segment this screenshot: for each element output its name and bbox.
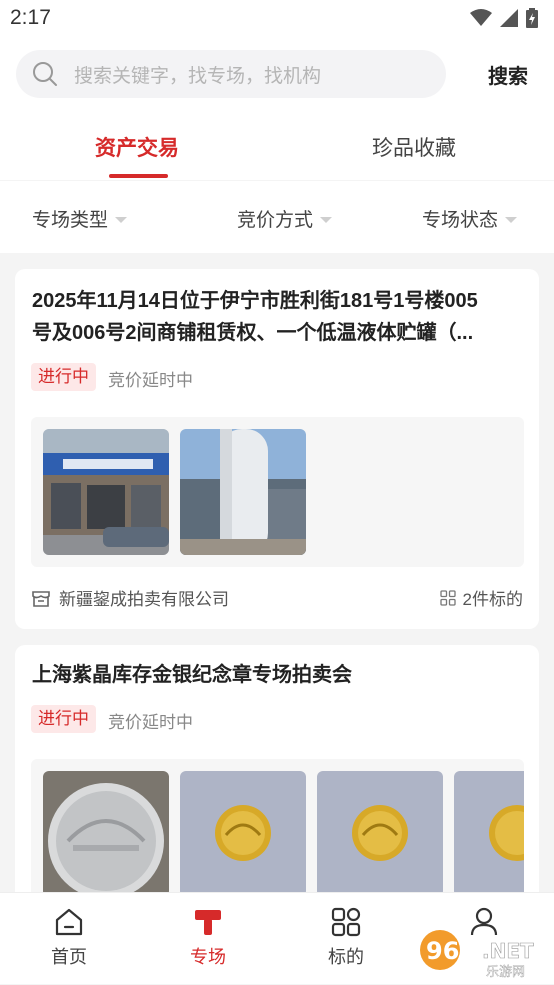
svg-text:.NET: .NET [482, 939, 534, 963]
search-button[interactable]: 搜索 [488, 60, 528, 89]
nav-label: 首页 [51, 947, 87, 967]
search-input[interactable]: 搜索关键字，找专场，找机构 [16, 50, 446, 98]
card-title: 2025年11月14日位于伊宁市胜利街181号1号楼005 号及006号2间商铺… [32, 285, 522, 349]
card-title: 上海紫晶库存金银纪念章专场拍卖会 [32, 664, 352, 686]
nav-sessions[interactable]: 专场 [168, 907, 248, 969]
filter-label: 专场状态 [422, 210, 499, 231]
svg-text:962: 962 [426, 937, 476, 965]
item-count: 2件标的 [439, 585, 523, 610]
gavel-icon [195, 910, 221, 935]
organization-name: 新疆鋆成拍卖有限公司 [59, 590, 229, 609]
wifi-icon [470, 9, 492, 26]
status-badge: 进行中 [31, 363, 96, 391]
organization[interactable]: 新疆鋆成拍卖有限公司 [31, 585, 229, 610]
home-icon [55, 908, 83, 936]
status-bar: 2:17 [0, 0, 554, 36]
grid-icon [331, 907, 361, 937]
svg-text:乐游网: 乐游网 [486, 965, 525, 980]
filter-session-status[interactable]: 专场状态 [422, 205, 518, 232]
thumbnail-silver-coin[interactable] [43, 771, 169, 897]
battery-icon [526, 8, 538, 28]
status-badge: 进行中 [31, 705, 96, 733]
grid-small-icon [439, 589, 456, 606]
thumbnail-storefront[interactable] [43, 429, 169, 555]
nav-label: 专场 [190, 947, 226, 967]
tab-collectibles[interactable]: 珍品收藏 [372, 132, 456, 162]
auction-card[interactable]: 2025年11月14日位于伊宁市胜利街181号1号楼005 号及006号2间商铺… [15, 269, 539, 629]
nav-home[interactable]: 首页 [29, 907, 109, 969]
filter-bidding-method[interactable]: 竞价方式 [237, 205, 333, 232]
filter-label: 专场类型 [32, 210, 109, 231]
search-icon [33, 62, 57, 86]
watermark-logo: 962 .NET 乐游网 [416, 928, 550, 980]
item-count-label: 2件标的 [462, 590, 523, 609]
caret-down-icon [115, 216, 128, 223]
status-subtext: 竞价延时中 [108, 371, 193, 390]
thumbnail-gold-coin[interactable] [454, 771, 524, 897]
tab-underline [109, 174, 168, 178]
caret-down-icon [505, 216, 518, 223]
filter-label: 竞价方式 [237, 210, 314, 231]
tab-asset-trading[interactable]: 资产交易 [95, 132, 179, 162]
header: 搜索关键字，找专场，找机构 搜索 资产交易 珍品收藏 [0, 36, 554, 180]
filter-session-type[interactable]: 专场类型 [32, 205, 128, 232]
auction-card[interactable]: 上海紫晶库存金银纪念章专场拍卖会 进行中 竞价延时中 [15, 645, 539, 905]
thumbnail-gold-coin[interactable] [180, 771, 306, 897]
nav-lots[interactable]: 标的 [306, 907, 386, 969]
status-icons [470, 8, 538, 28]
card-title-line: 号及006号2间商铺租赁权、一个低温液体贮罐（... [32, 322, 474, 344]
card-title-line: 2025年11月14日位于伊宁市胜利街181号1号楼005 [32, 290, 478, 312]
store-icon [32, 590, 50, 607]
signal-icon [500, 9, 518, 27]
status-subtext: 竞价延时中 [108, 713, 193, 732]
caret-down-icon [320, 216, 333, 223]
search-placeholder: 搜索关键字，找专场，找机构 [74, 65, 322, 87]
filter-bar: 专场类型 竞价方式 专场状态 [0, 181, 554, 253]
thumbnail-tank[interactable] [180, 429, 306, 555]
nav-label: 标的 [328, 947, 364, 967]
image-strip[interactable] [31, 759, 524, 905]
status-time: 2:17 [10, 6, 51, 29]
image-strip[interactable] [31, 417, 524, 567]
thumbnail-gold-coin[interactable] [317, 771, 443, 897]
